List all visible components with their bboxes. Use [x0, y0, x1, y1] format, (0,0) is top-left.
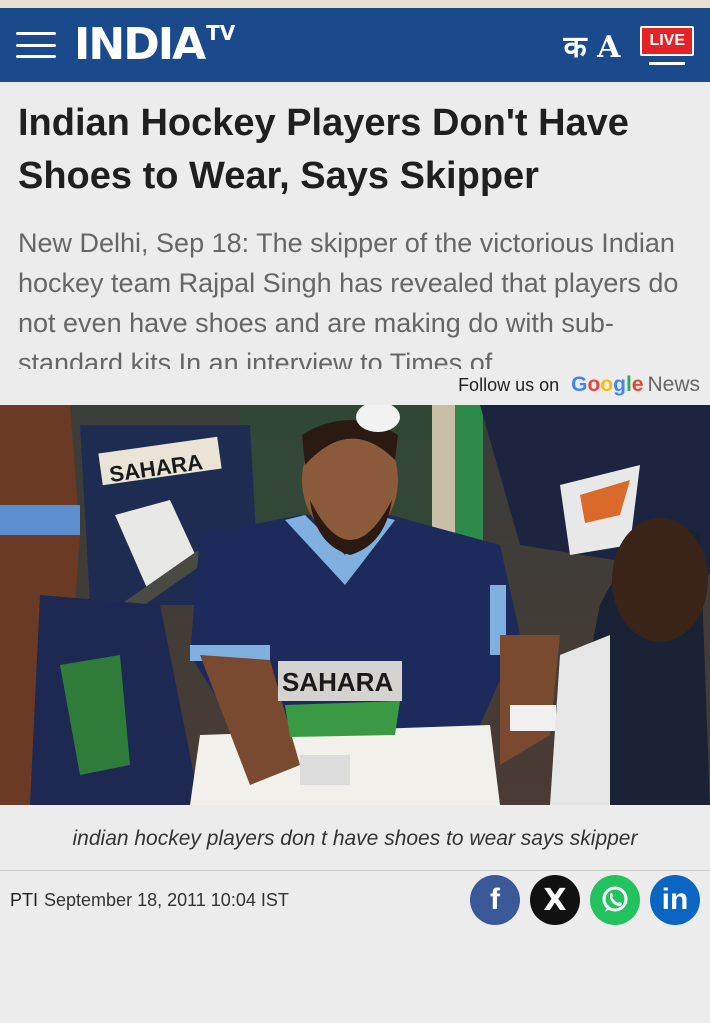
follow-google-news[interactable]: Follow us on Google News [0, 369, 710, 399]
x-icon: X [543, 882, 567, 918]
whatsapp-icon [602, 886, 628, 912]
logo-text: INDIA [74, 19, 206, 70]
article-summary: New Delhi, Sep 18: The skipper of the vi… [18, 228, 679, 369]
whatsapp-share-button[interactable] [590, 875, 640, 925]
facebook-icon: f [490, 883, 500, 916]
menu-bar [16, 43, 56, 47]
google-letter: o [600, 373, 614, 396]
google-letter: G [571, 373, 588, 396]
logo-tv-text: TV [206, 21, 236, 45]
site-header: INDIA TV क A LIVE [0, 8, 710, 82]
google-news-label: News [647, 373, 700, 396]
menu-bar [16, 55, 56, 58]
share-buttons: f X in [470, 875, 700, 925]
source-label: PTI [10, 889, 39, 910]
follow-label: Follow us on [458, 374, 560, 395]
header-actions: क A LIVE [564, 25, 694, 66]
publish-date: September 18, 2011 10:04 IST [44, 889, 289, 910]
india-tv-logo[interactable]: INDIA TV [74, 21, 235, 69]
menu-bar [16, 32, 56, 35]
live-button[interactable]: LIVE [640, 25, 694, 65]
image-caption: indian hockey players don t have shoes t… [0, 805, 710, 871]
linkedin-icon: in [661, 883, 689, 916]
top-strip [0, 0, 710, 8]
article-photo[interactable]: SAHARA SAHARA [0, 405, 710, 805]
language-toggle[interactable]: क A [564, 25, 621, 66]
linkedin-share-button[interactable]: in [650, 875, 700, 925]
article-headline: Indian Hockey Players Don't Have Shoes t… [18, 102, 629, 197]
google-letter: e [631, 373, 644, 396]
google-letter: o [587, 373, 601, 396]
x-share-button[interactable]: X [530, 875, 580, 925]
byline: PTI September 18, 2011 10:04 IST f X in [0, 871, 710, 929]
hockey-players-image: SAHARA SAHARA [0, 405, 710, 805]
live-underline [649, 61, 686, 65]
menu-icon[interactable] [16, 29, 56, 61]
jersey-sponsor-text-main: SAHARA [282, 667, 393, 697]
google-letter: g [613, 373, 626, 396]
facebook-share-button[interactable]: f [470, 875, 520, 925]
live-label: LIVE [640, 25, 694, 56]
google-logo: Google [571, 373, 643, 397]
